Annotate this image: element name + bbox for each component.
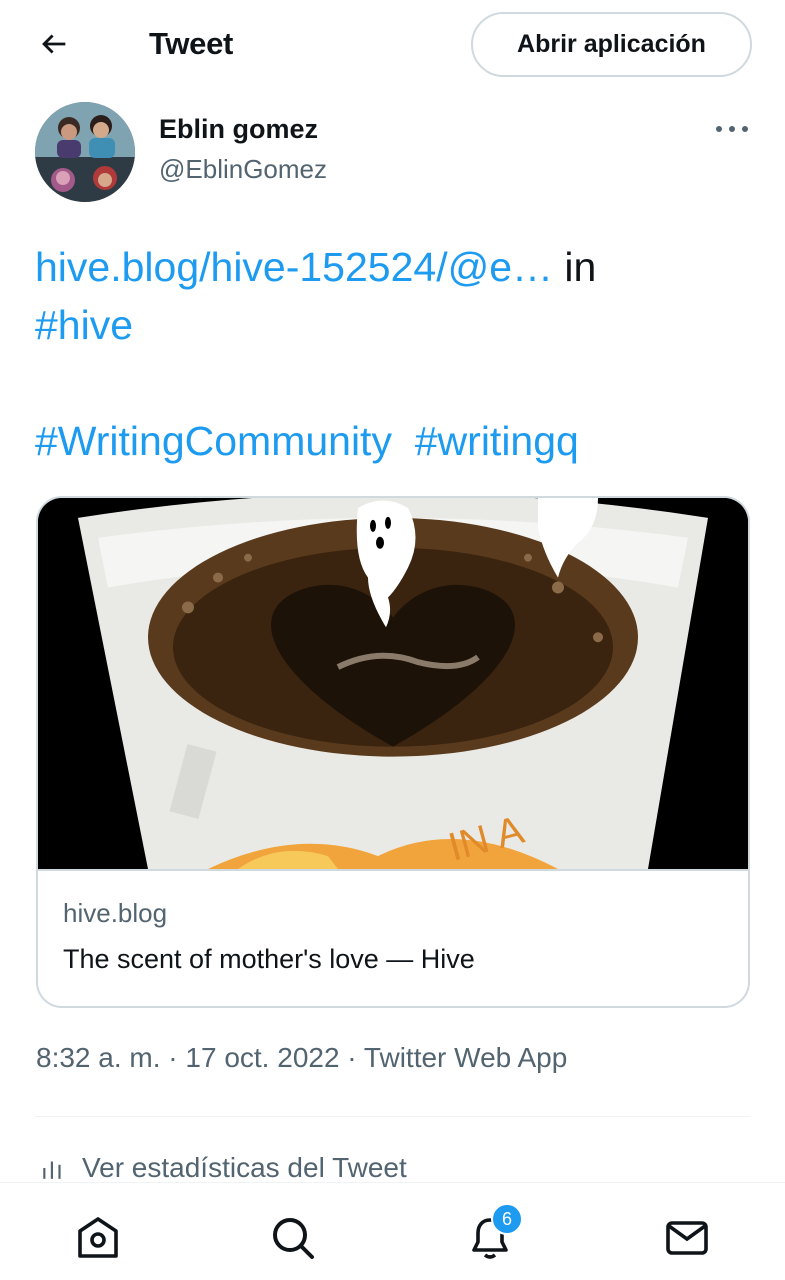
top-bar: Tweet Abrir aplicación [0,0,785,92]
nav-search-button[interactable] [268,1213,318,1263]
card-image: IN A [38,498,748,871]
notifications-badge: 6 [491,1203,523,1235]
page-title: Tweet [149,26,234,61]
more-options-button[interactable] [710,114,754,144]
hashtag-writingcommunity[interactable]: #WritingCommunity [35,418,392,464]
more-horizontal-icon-dot [742,126,748,132]
tweet-date[interactable]: 17 oct. 2022 [185,1042,339,1073]
tweet-in-text: in [553,244,597,290]
author-display-name[interactable]: Eblin gomez [159,114,318,145]
avatar[interactable] [35,102,135,202]
mail-icon [666,1221,708,1255]
view-stats-label: Ver estadísticas del Tweet [82,1152,407,1183]
arrow-left-icon [42,34,66,54]
tweet-time[interactable]: 8:32 a. m. [36,1042,161,1073]
link-preview-card[interactable]: IN A hive.blog The scent of mother's lov… [36,496,750,1008]
tweet-metadata: 8:32 a. m. · 17 oct. 2022 · Twitter Web … [36,1042,567,1074]
tweet-line-4: #WritingCommunity #writingq [35,412,755,470]
nav-messages-button[interactable] [662,1213,712,1263]
card-domain: hive.blog [63,898,168,928]
meta-separator: · [160,1042,186,1073]
home-icon [78,1217,118,1258]
divider [35,1116,750,1117]
search-icon [273,1218,314,1259]
tweet-author: Eblin gomez @EblinGomez [0,92,785,212]
open-app-button[interactable]: Abrir aplicación [471,12,752,77]
tweet-line-2: #hive [35,296,755,354]
tweet-link[interactable]: hive.blog/hive-152524/@e… [35,244,553,290]
hashtag-hive[interactable]: #hive [35,302,133,348]
card-title: The scent of mother's love — Hive [63,944,475,974]
meta-separator: · [339,1042,364,1073]
more-horizontal-icon-dot [716,126,722,132]
tweet-source[interactable]: Twitter Web App [364,1042,567,1073]
back-button[interactable] [34,24,74,64]
tweet-line-1: hive.blog/hive-152524/@e… in [35,238,755,296]
tweet-text: hive.blog/hive-152524/@e… in #hive #Writ… [35,238,755,470]
bar-chart-icon [43,1161,61,1179]
author-handle[interactable]: @EblinGomez [159,154,327,185]
more-horizontal-icon-dot [729,126,735,132]
bottom-navigation: 6 [0,1182,785,1280]
view-stats-link[interactable]: Ver estadísticas del Tweet [40,1152,407,1184]
hashtag-writingq[interactable]: #writingq [415,418,579,464]
nav-home-button[interactable] [73,1213,123,1263]
avatar-image [35,102,135,202]
